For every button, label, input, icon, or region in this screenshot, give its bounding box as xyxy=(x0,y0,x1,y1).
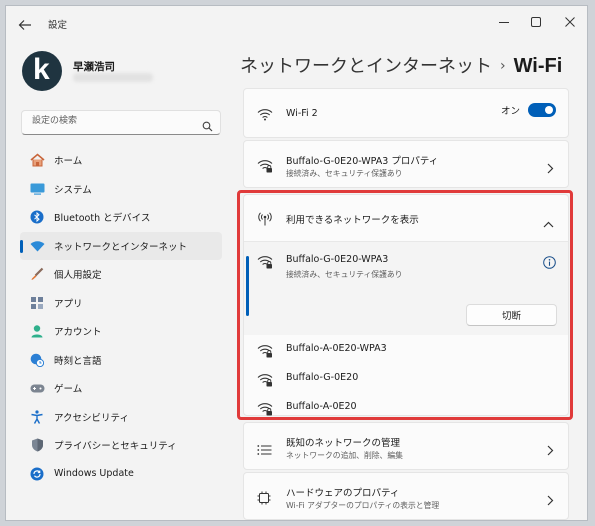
chevron-right-icon xyxy=(547,159,554,178)
connected-network-row[interactable]: Buffalo-G-0E20-WPA3 接続済み、セキュリティ保護あり 切断 xyxy=(244,242,568,335)
close-icon[interactable] xyxy=(555,12,585,32)
sidebar-nav: ホーム システム Bluetooth とデバイス ネットワークとインターネット … xyxy=(20,146,222,488)
sidebar-item-label: 個人用設定 xyxy=(54,270,102,282)
avatar[interactable]: k xyxy=(22,51,62,91)
available-networks-panel: 利用できるネットワークを表示 Buffalo-G-0E20-WPA3 接続済み、… xyxy=(243,194,569,416)
account-icon xyxy=(29,323,45,339)
chevron-right-icon xyxy=(547,441,554,460)
gamepad-icon xyxy=(29,380,45,396)
sidebar-item-label: アプリ xyxy=(54,298,83,310)
known-networks-subtitle: ネットワークの追加、削除、編集 xyxy=(286,451,403,460)
chip-icon xyxy=(257,490,271,509)
settings-window: 設定 k 早瀬浩司 ホーム シ xyxy=(5,5,588,521)
sidebar-item-accessibility[interactable]: アクセシビリティ xyxy=(20,403,222,432)
sidebar-item-label: システム xyxy=(54,184,92,196)
user-name: 早瀬浩司 xyxy=(73,61,115,73)
wifi-secured-icon xyxy=(257,401,273,420)
sidebar-item-personalization[interactable]: 個人用設定 xyxy=(20,260,222,289)
home-icon xyxy=(29,152,45,168)
sidebar-item-label: 時刻と言語 xyxy=(54,355,102,367)
chevron-right-icon xyxy=(547,491,554,510)
wifi-adapter-label: Wi-Fi 2 xyxy=(286,108,318,119)
wifi-toggle-card: Wi-Fi 2 オン xyxy=(243,88,569,138)
available-networks-title: 利用できるネットワークを表示 xyxy=(286,215,419,226)
system-icon xyxy=(29,181,45,197)
wifi-toggle-state: オン xyxy=(500,106,520,117)
sidebar-item-label: ネットワークとインターネット xyxy=(54,241,188,253)
user-email-blurred xyxy=(73,73,153,82)
wifi-toggle[interactable] xyxy=(528,103,556,117)
brush-icon xyxy=(29,266,45,282)
connected-network-status: 接続済み、セキュリティ保護あり xyxy=(286,270,403,279)
breadcrumb-separator: › xyxy=(500,58,506,74)
sidebar-item-label: ホーム xyxy=(54,156,83,168)
page-title: Wi-Fi xyxy=(513,55,563,77)
network-name: Buffalo-A-0E20 xyxy=(286,401,357,412)
sidebar-item-label: Bluetooth とデバイス xyxy=(54,213,151,225)
available-networks-header[interactable]: 利用できるネットワークを表示 xyxy=(244,195,568,242)
info-icon[interactable] xyxy=(543,254,556,273)
selection-indicator xyxy=(246,256,249,316)
network-row[interactable]: Buffalo-G-0E20 xyxy=(244,364,568,393)
known-networks-title: 既知のネットワークの管理 xyxy=(286,438,401,449)
sidebar-item-gaming[interactable]: ゲーム xyxy=(20,374,222,403)
accessibility-icon xyxy=(29,409,45,425)
wifi-secured-icon xyxy=(257,372,273,391)
properties-subtitle: 接続済み、セキュリティ保護あり xyxy=(286,169,403,178)
apps-icon xyxy=(29,295,45,311)
hardware-properties-subtitle: Wi-Fi アダプターのプロパティの表示と管理 xyxy=(286,501,440,510)
settings-search-box[interactable] xyxy=(21,110,221,135)
network-name: Buffalo-A-0E20-WPA3 xyxy=(286,343,387,354)
network-row[interactable]: Buffalo-A-0E20 xyxy=(244,393,568,422)
sidebar-item-network[interactable]: ネットワークとインターネット xyxy=(20,231,222,260)
minimize-icon[interactable] xyxy=(489,12,519,32)
title-bar: 設定 xyxy=(6,6,587,40)
sidebar-item-privacy[interactable]: プライバシーとセキュリティ xyxy=(20,431,222,460)
list-icon xyxy=(257,441,272,460)
wifi-secured-icon xyxy=(257,158,273,177)
sidebar-item-label: ゲーム xyxy=(54,384,83,396)
breadcrumb-parent[interactable]: ネットワークとインターネット xyxy=(240,56,492,77)
sidebar-item-label: プライバシーとセキュリティ xyxy=(54,441,177,453)
network-row[interactable]: Buffalo-A-0E20-WPA3 xyxy=(244,335,568,364)
properties-card[interactable]: Buffalo-G-0E20-WPA3 プロパティ 接続済み、セキュリティ保護あ… xyxy=(243,140,569,188)
wifi-icon xyxy=(29,238,45,254)
sidebar-item-bluetooth[interactable]: Bluetooth とデバイス xyxy=(20,203,222,232)
bluetooth-icon xyxy=(29,209,45,225)
sidebar-item-time-language[interactable]: 時刻と言語 xyxy=(20,346,222,375)
globe-clock-icon xyxy=(29,352,45,368)
connected-network-name: Buffalo-G-0E20-WPA3 xyxy=(286,254,389,265)
search-icon[interactable] xyxy=(202,117,213,136)
back-arrow-icon[interactable] xyxy=(18,16,36,30)
properties-title: Buffalo-G-0E20-WPA3 プロパティ xyxy=(286,156,439,167)
known-networks-card[interactable]: 既知のネットワークの管理 ネットワークの追加、削除、編集 xyxy=(243,422,569,470)
maximize-icon[interactable] xyxy=(521,12,551,32)
wifi-secured-icon xyxy=(257,343,273,362)
sidebar-item-system[interactable]: システム xyxy=(20,175,222,204)
hardware-properties-card[interactable]: ハードウェアのプロパティ Wi-Fi アダプターのプロパティの表示と管理 xyxy=(243,472,569,520)
hardware-properties-title: ハードウェアのプロパティ xyxy=(286,488,400,499)
update-icon xyxy=(29,466,45,482)
sidebar-item-home[interactable]: ホーム xyxy=(20,146,222,175)
avatar-letter: k xyxy=(33,53,50,86)
breadcrumb: ネットワークとインターネット › Wi-Fi xyxy=(240,52,562,78)
sidebar-item-apps[interactable]: アプリ xyxy=(20,289,222,318)
shield-icon xyxy=(29,437,45,453)
chevron-up-icon[interactable] xyxy=(543,213,554,232)
sidebar-item-label: Windows Update xyxy=(54,468,134,480)
disconnect-button[interactable]: 切断 xyxy=(466,304,557,326)
sidebar-item-label: アカウント xyxy=(54,327,102,339)
antenna-icon xyxy=(257,211,273,230)
sidebar-item-windows-update[interactable]: Windows Update xyxy=(20,460,222,489)
window-title: 設定 xyxy=(48,20,68,31)
network-name: Buffalo-G-0E20 xyxy=(286,372,359,383)
wifi-secured-icon xyxy=(257,254,273,273)
sidebar-item-label: アクセシビリティ xyxy=(54,412,129,424)
wifi-icon xyxy=(257,106,273,125)
sidebar-item-accounts[interactable]: アカウント xyxy=(20,317,222,346)
search-input[interactable] xyxy=(30,115,194,127)
